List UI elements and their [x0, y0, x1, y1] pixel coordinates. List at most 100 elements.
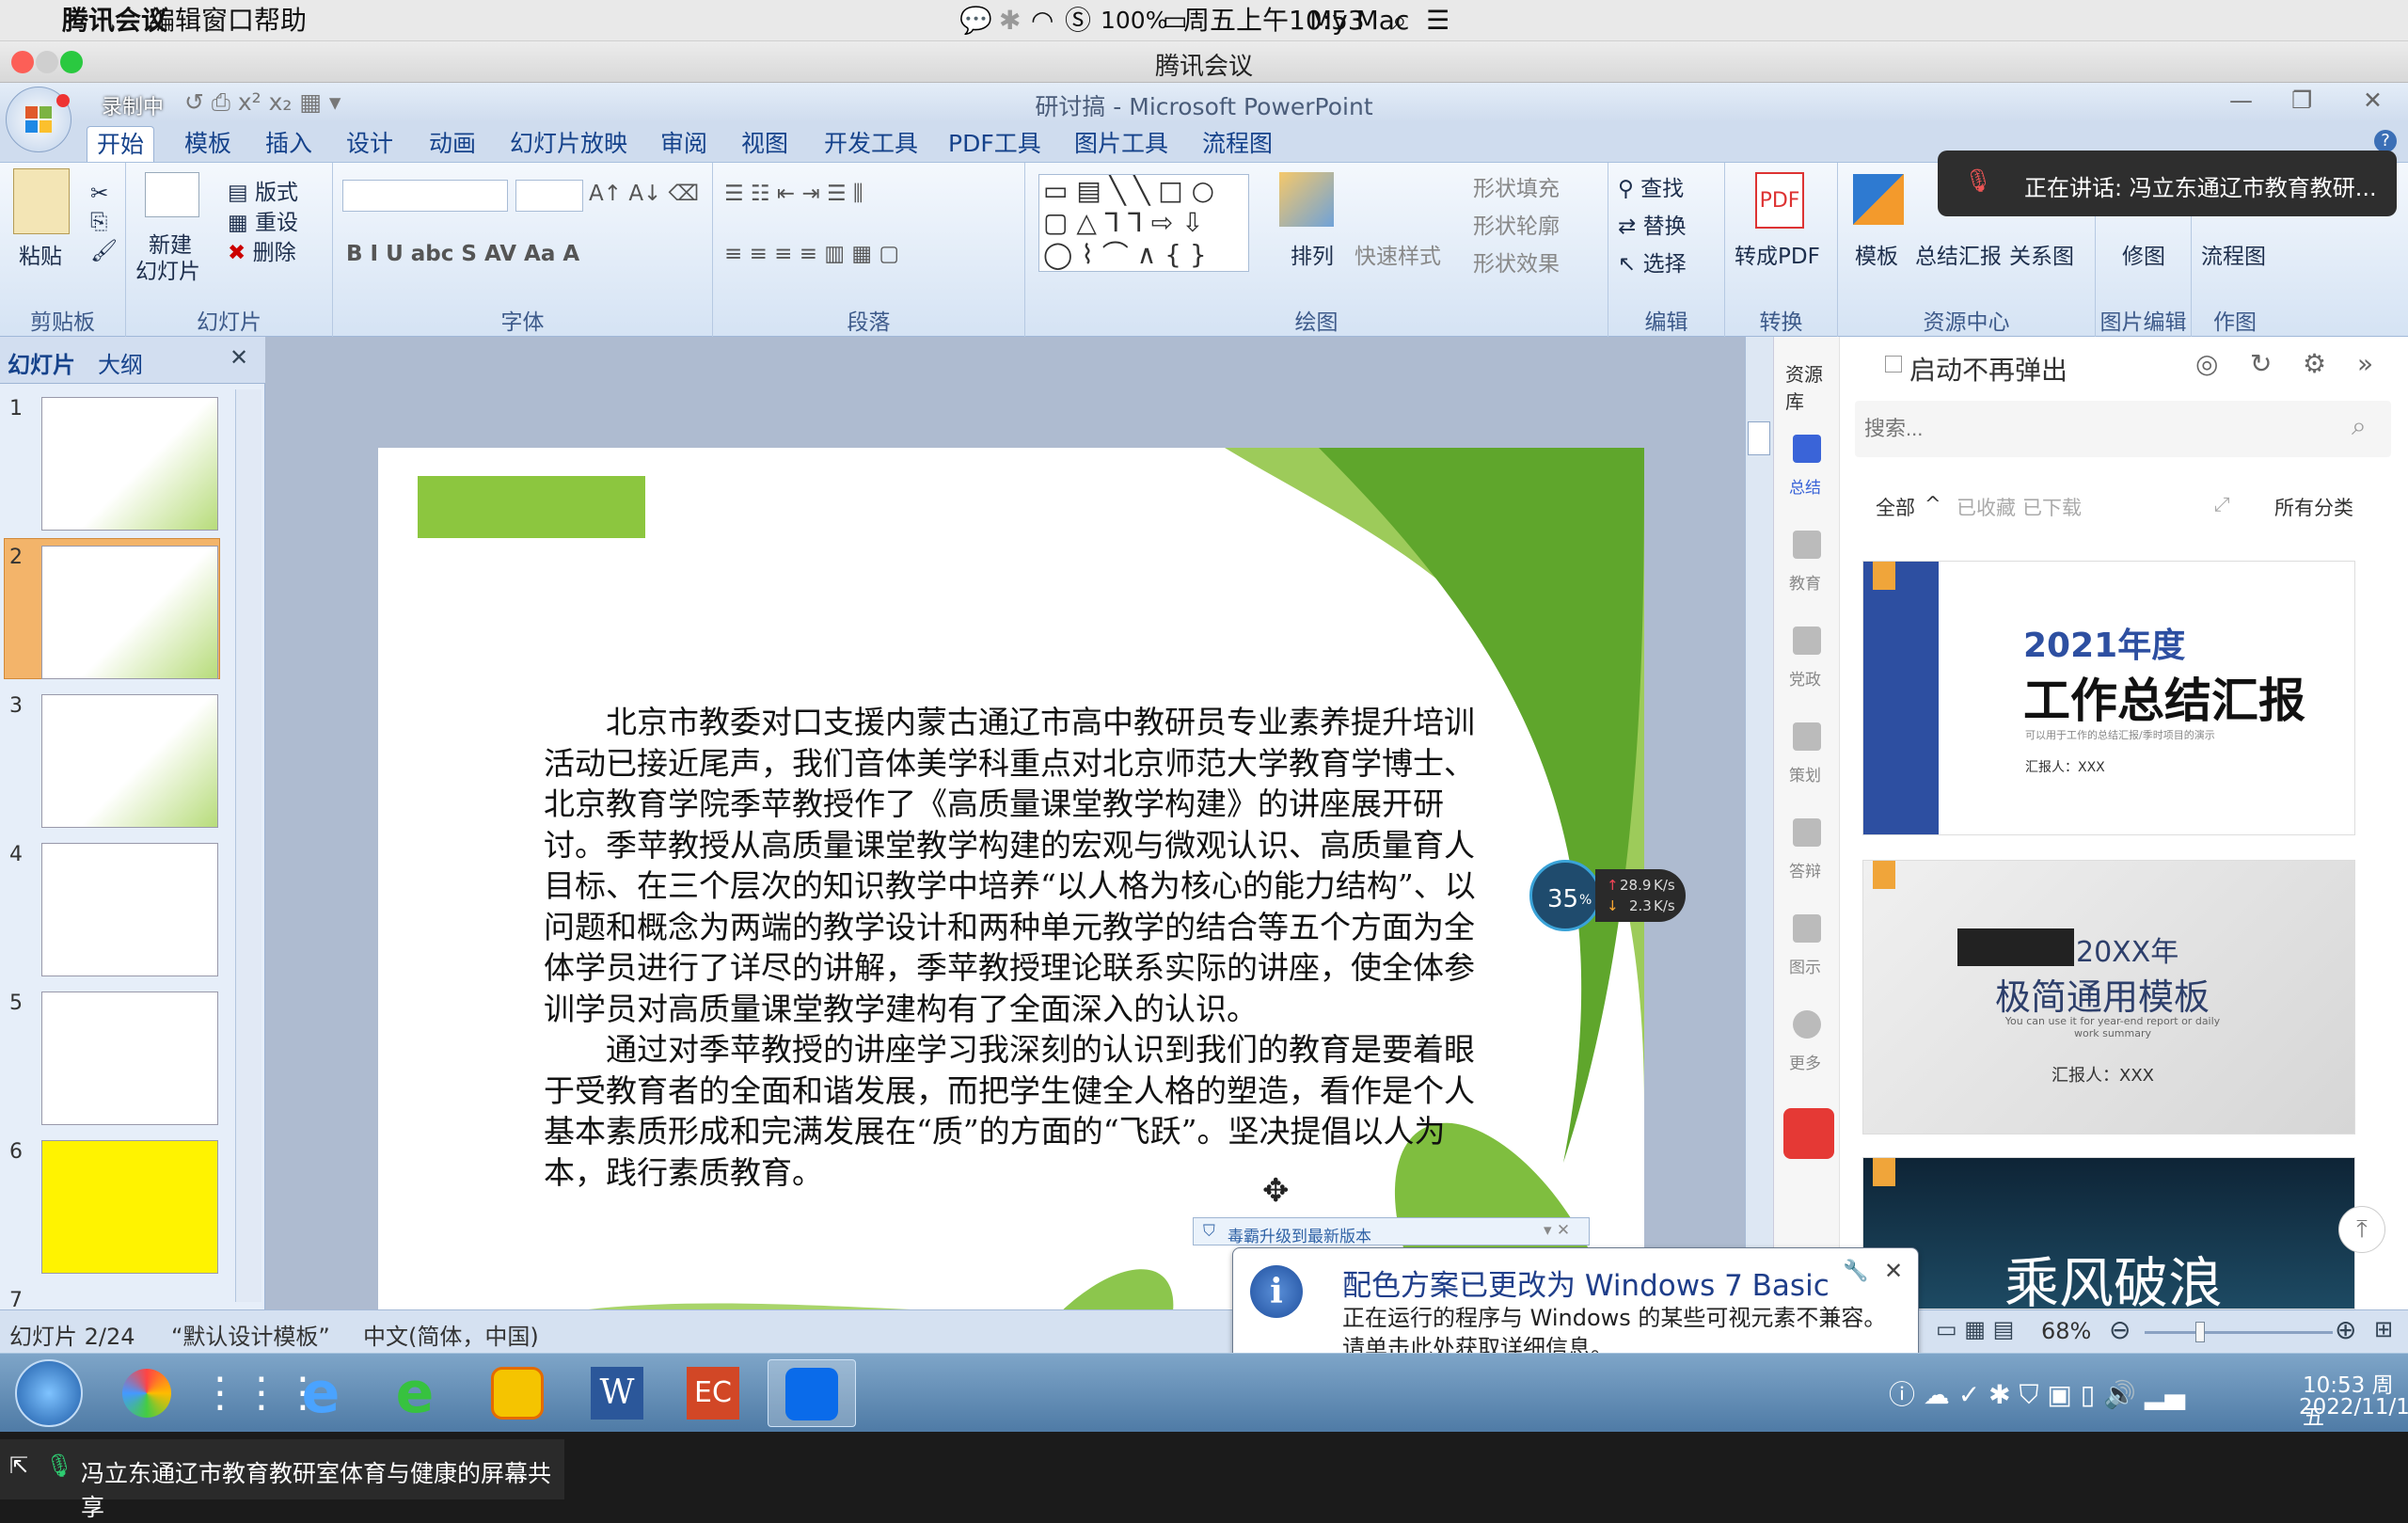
menu-window[interactable]: 窗口 — [201, 4, 254, 38]
slide-body-text[interactable]: 北京市教委对口支援内蒙古通辽市高中教研员专业素养提升培训活动已接近尾声，我们音体… — [544, 702, 1484, 1193]
taskbar-browser-icon[interactable]: e — [380, 1359, 450, 1427]
start-button[interactable] — [15, 1359, 83, 1427]
zoom-out-icon[interactable]: ⊖ — [2109, 1314, 2131, 1345]
shape-effect-button[interactable]: 形状效果 — [1473, 246, 1560, 278]
to-pdf-button[interactable]: 转成PDF — [1735, 238, 1820, 270]
taskbar-ppt-icon[interactable]: EC — [679, 1359, 749, 1427]
expand-icon[interactable]: ⤢ — [2214, 493, 2230, 516]
scroll-thumb[interactable] — [1748, 421, 1770, 455]
speaking-notification[interactable]: 🎙 正在讲话: 冯立东通辽市教育教研... — [1938, 151, 2397, 216]
thumbs-scrollbar[interactable] — [235, 389, 261, 1302]
tray-icons[interactable]: ⓘ ☁ ✓ ✱ ⛉ ▣ ▯ 🔊 ▂▄ — [1889, 1374, 2185, 1412]
cut-icon[interactable]: ✂ — [90, 182, 108, 206]
slide-thumb-5[interactable] — [41, 992, 218, 1125]
refresh-icon[interactable]: ↻ — [2250, 348, 2272, 379]
replace-button[interactable]: ⇄ 替换 — [1618, 208, 1687, 240]
select-button[interactable]: ↖ 选择 — [1618, 246, 1687, 278]
bluetooth-icon[interactable]: ✱ — [999, 4, 1021, 38]
side-planning[interactable]: 策划 — [1789, 762, 1821, 785]
more-icon[interactable] — [1793, 1010, 1821, 1039]
ppt-close-icon[interactable]: ✕ — [2363, 87, 2383, 114]
status-lang[interactable]: 中文(简体，中国) — [363, 1318, 539, 1351]
slide-thumb-6[interactable] — [41, 1140, 218, 1274]
tip-close-icon[interactable]: ▾ ✕ — [1544, 1221, 1570, 1240]
side-summary[interactable]: 总结 — [1789, 474, 1821, 498]
filter-all[interactable]: 全部 — [1876, 493, 1915, 521]
taskbar-word-icon[interactable]: W — [583, 1359, 653, 1427]
filter-down[interactable]: 已下载 — [2022, 493, 2082, 521]
user-icon[interactable]: ◎ — [2195, 348, 2218, 379]
side-education[interactable]: 教育 — [1789, 570, 1821, 594]
search-icon[interactable]: ⌕ — [2352, 410, 2367, 442]
menu-edit[interactable]: 编辑 — [149, 4, 201, 38]
zoom-slider-thumb[interactable] — [2195, 1322, 2205, 1342]
tab-animation[interactable]: 动画 — [420, 126, 485, 162]
relation-chart-button[interactable]: 关系图 — [2009, 238, 2074, 270]
font-format-icons[interactable]: B I U abc S AV Aa A — [346, 242, 579, 266]
spotlight-icon[interactable]: ⌕ — [1392, 4, 1407, 38]
arrange-icon[interactable] — [1279, 172, 1334, 227]
upgrade-tip[interactable]: ⛉ 毒霸升级到最新版本 ▾ ✕ — [1193, 1217, 1590, 1246]
tab-outline[interactable]: 大纲 — [98, 346, 143, 379]
shapes-gallery[interactable]: ▭ ▤ ╲ ╲ □ ○ ▢ △ ⅂ ⅂ ⇨ ⇩ ◯ ⌇ ⌒ ∧ { } — [1038, 174, 1249, 272]
taskbar-k-app-icon[interactable] — [483, 1359, 553, 1427]
tab-developer[interactable]: 开发工具 — [815, 126, 927, 162]
copy-icon[interactable]: ⎘ — [90, 210, 107, 234]
summary-button[interactable]: 总结汇报 — [1915, 238, 2002, 270]
s-app-icon[interactable]: Ⓢ — [1065, 4, 1091, 38]
quick-style-button[interactable]: 快速样式 — [1354, 238, 1441, 270]
tab-review[interactable]: 审阅 — [651, 126, 717, 162]
template-icon[interactable] — [1853, 174, 1904, 225]
delete-slide-button[interactable]: ✖ 删除 — [228, 234, 296, 266]
shape-fill-button[interactable]: 形状填充 — [1473, 170, 1560, 202]
side-party[interactable]: 党政 — [1789, 666, 1821, 690]
wifi-icon[interactable]: ◠ — [1031, 4, 1054, 38]
collapse-icon[interactable]: » — [2357, 348, 2373, 379]
menu-help[interactable]: 帮助 — [254, 4, 307, 38]
tab-template[interactable]: 模板 — [175, 126, 241, 162]
slide-thumb-3[interactable] — [41, 694, 218, 828]
format-painter-icon[interactable]: 🖌 — [90, 238, 118, 263]
side-diagram[interactable]: 图示 — [1789, 954, 1821, 977]
taskbar-apps-icon[interactable]: ⋮⋮⋮ — [199, 1359, 324, 1427]
education-icon[interactable] — [1793, 531, 1821, 559]
planning-icon[interactable] — [1793, 722, 1821, 751]
share-banner[interactable]: ⇱ 🎙 冯立东通辽市教育教研室体育与健康的屏幕共享 — [0, 1439, 564, 1521]
new-slide-icon[interactable] — [145, 172, 199, 217]
filter-fav[interactable]: 已收藏 — [1956, 493, 2016, 521]
party-icon[interactable] — [1793, 627, 1821, 655]
align-icons[interactable]: ≡ ≡ ≡ ≡ ▥ ▦ ▢ — [724, 242, 899, 266]
tab-pdf-tools[interactable]: PDF工具 — [939, 126, 1051, 162]
tab-view[interactable]: 视图 — [732, 126, 798, 162]
find-button[interactable]: ⚲ 查找 — [1618, 170, 1684, 202]
reset-button[interactable]: ▦ 重设 — [228, 204, 298, 236]
wechat-icon[interactable]: 💬 — [959, 4, 992, 38]
defense-icon[interactable] — [1793, 818, 1821, 847]
flowchart-button[interactable]: 流程图 — [2201, 238, 2266, 270]
search-input[interactable] — [1864, 410, 2316, 448]
tab-picture-tools[interactable]: 图片工具 — [1065, 126, 1178, 162]
back-to-top-icon[interactable]: ⤒ — [2338, 1206, 2385, 1253]
summary-icon[interactable] — [1793, 435, 1821, 463]
font-name-select[interactable] — [342, 180, 508, 212]
paste-button[interactable]: 粘贴 — [19, 238, 62, 270]
settings-icon[interactable]: ⚙ — [2303, 348, 2326, 379]
resource-search[interactable]: ⌕ — [1855, 401, 2391, 457]
slide-thumb-1[interactable] — [41, 397, 218, 531]
retouch-button[interactable]: 修图 — [2122, 238, 2165, 270]
list-icons[interactable]: ☰ ☷ ⇤ ⇥ ☰ ⫼ — [724, 182, 863, 206]
zoom-level[interactable]: 68% — [2041, 1318, 2091, 1344]
balloon-close-icon[interactable]: ✕ — [1884, 1258, 1903, 1284]
close-pane-icon[interactable]: ✕ — [230, 344, 248, 371]
windows-balloon[interactable]: i 配色方案已更改为 Windows 7 Basic 正在运行的程序与 Wind… — [1232, 1247, 1919, 1370]
filter-category[interactable]: 所有分类 — [2274, 493, 2353, 521]
tab-insert[interactable]: 插入 — [256, 126, 322, 162]
template-button[interactable]: 模板 — [1855, 238, 1898, 270]
side-more[interactable]: 更多 — [1789, 1050, 1821, 1073]
control-center-icon[interactable]: ☰ — [1426, 4, 1450, 38]
template-card-3[interactable]: 乘风破浪 — [1862, 1157, 2355, 1309]
diagram-icon[interactable] — [1793, 914, 1821, 943]
no-popup-label[interactable]: 启动不再弹出 — [1909, 350, 2067, 388]
help-icon[interactable]: ? — [2374, 130, 2397, 152]
tab-design[interactable]: 设计 — [337, 126, 403, 162]
